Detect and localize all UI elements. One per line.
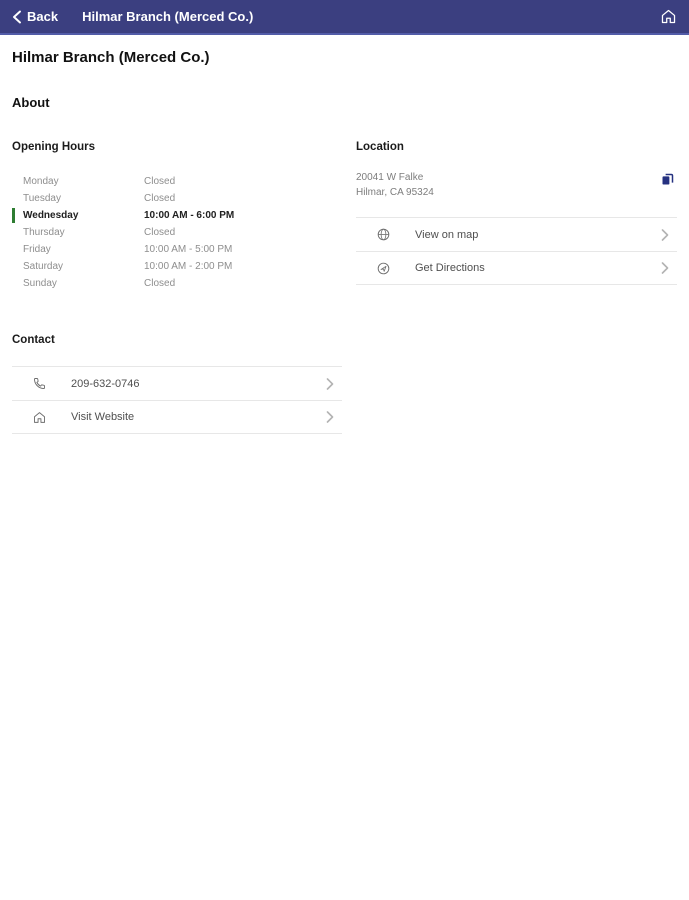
- day-label: Sunday: [23, 278, 57, 289]
- day-label: Tuesday: [23, 193, 61, 204]
- location-heading: Location: [356, 141, 404, 153]
- address-line-2: Hilmar, CA 95324: [356, 187, 434, 198]
- home-button[interactable]: [660, 8, 677, 25]
- page-content: Hilmar Branch (Merced Co.) About Opening…: [0, 35, 689, 434]
- hours-row-wednesday-current: Wednesday 10:00 AM - 6:00 PM: [12, 207, 342, 224]
- hours-row-saturday: Saturday 10:00 AM - 2:00 PM: [12, 258, 342, 275]
- hours-value: 10:00 AM - 5:00 PM: [144, 244, 233, 255]
- view-on-map-row[interactable]: View on map: [356, 217, 677, 251]
- copy-icon: [662, 173, 674, 185]
- hours-row-friday: Friday 10:00 AM - 5:00 PM: [12, 241, 342, 258]
- call-phone-row[interactable]: 209-632-0746: [12, 366, 342, 400]
- address-line-1: 20041 W Falke: [356, 172, 424, 183]
- left-column: Opening Hours Monday Closed Tuesday Clos…: [12, 141, 342, 434]
- opening-hours-heading: Opening Hours: [12, 141, 96, 153]
- get-directions-row[interactable]: Get Directions: [356, 251, 677, 285]
- visit-website-label: Visit Website: [71, 411, 135, 423]
- opening-hours-list: Monday Closed Tuesday Closed Wednesday 1…: [12, 173, 342, 292]
- appbar-title: Hilmar Branch (Merced Co.): [82, 9, 254, 24]
- phone-number: 209-632-0746: [71, 377, 140, 390]
- chevron-right-icon: [661, 228, 669, 241]
- contact-section: Contact 209-632-0746 Visit Website: [12, 334, 342, 434]
- address: 20041 W Falke Hilmar, CA 95324: [356, 170, 660, 200]
- hours-value: Closed: [144, 278, 176, 289]
- back-label: Back: [27, 9, 59, 24]
- get-directions-label: Get Directions: [415, 262, 485, 274]
- hours-row-monday: Monday Closed: [12, 173, 342, 190]
- copy-address-button[interactable]: [660, 172, 675, 187]
- hours-value: 10:00 AM - 6:00 PM: [144, 210, 235, 221]
- hours-value: Closed: [144, 176, 176, 187]
- day-label: Friday: [23, 244, 51, 255]
- globe-icon: [375, 226, 392, 243]
- hours-row-sunday: Sunday Closed: [12, 275, 342, 292]
- chevron-right-icon: [326, 411, 334, 423]
- right-column: Location 20041 W Falke Hilmar, CA 95324: [356, 141, 677, 434]
- hours-value: 10:00 AM - 2:00 PM: [144, 261, 233, 272]
- app-header: Back Hilmar Branch (Merced Co.): [0, 0, 689, 35]
- hours-value: Closed: [144, 193, 176, 204]
- two-column-layout: Opening Hours Monday Closed Tuesday Clos…: [12, 141, 677, 434]
- back-button[interactable]: Back: [12, 9, 58, 24]
- day-label: Saturday: [23, 261, 64, 272]
- phone-icon: [31, 375, 48, 392]
- view-on-map-label: View on map: [415, 228, 479, 241]
- website-icon: [31, 409, 48, 426]
- day-label: Wednesday: [23, 210, 79, 221]
- address-block: 20041 W Falke Hilmar, CA 95324: [356, 170, 677, 200]
- chevron-right-icon: [661, 262, 669, 274]
- contact-heading: Contact: [12, 334, 55, 346]
- contact-list: 209-632-0746 Visit Website: [12, 366, 342, 434]
- chevron-left-icon: [12, 10, 22, 24]
- directions-icon: [375, 260, 392, 277]
- about-heading: About: [12, 95, 50, 110]
- hours-value: Closed: [144, 227, 176, 238]
- day-label: Monday: [23, 176, 59, 187]
- location-actions: View on map Get Directions: [356, 217, 677, 285]
- hours-row-tuesday: Tuesday Closed: [12, 190, 342, 207]
- visit-website-row[interactable]: Visit Website: [12, 400, 342, 434]
- day-label: Thursday: [23, 227, 65, 238]
- home-icon: [661, 9, 676, 24]
- chevron-right-icon: [326, 377, 334, 390]
- branch-detail-screen: Back Hilmar Branch (Merced Co.) Hilmar B…: [0, 0, 689, 900]
- page-title: Hilmar Branch (Merced Co.): [12, 49, 210, 66]
- hours-row-thursday: Thursday Closed: [12, 224, 342, 241]
